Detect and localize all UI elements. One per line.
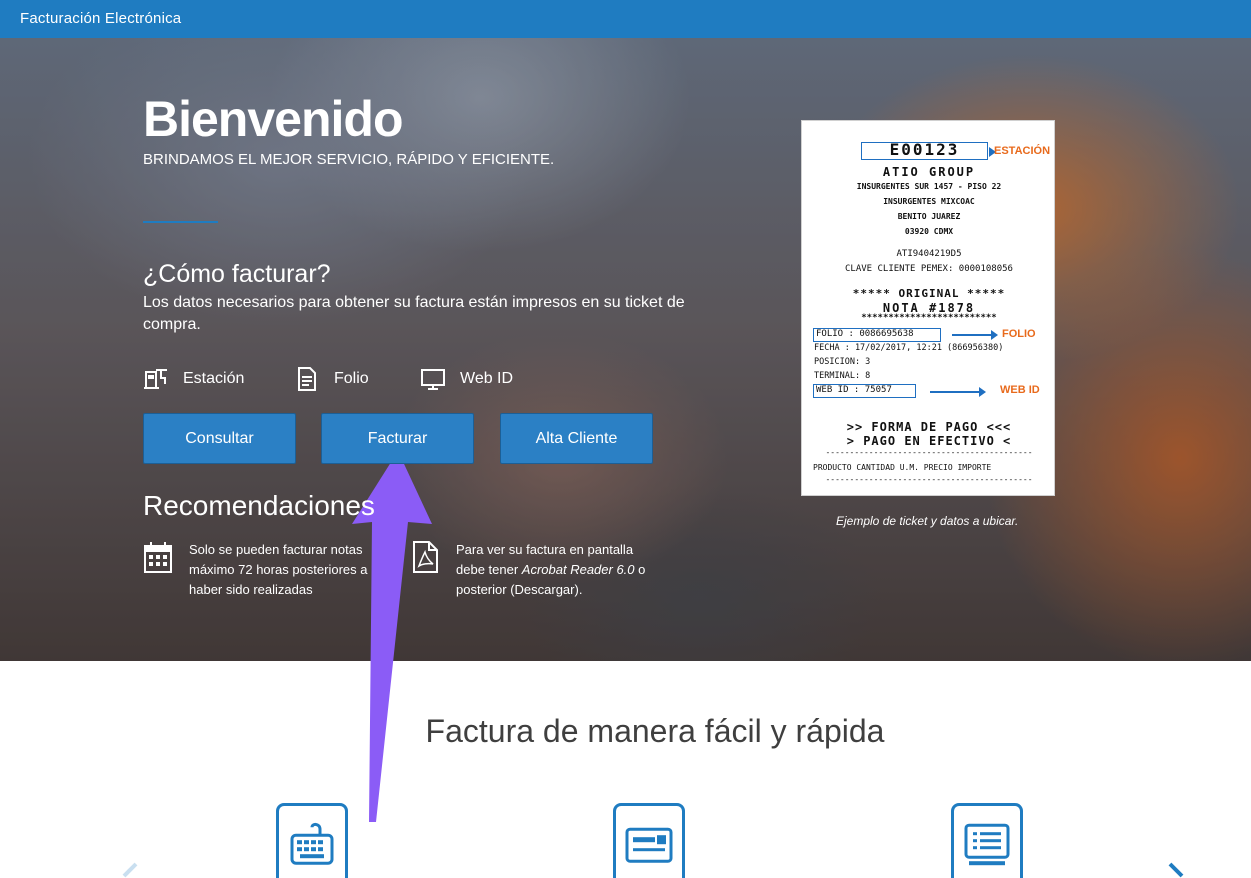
welcome-title: Bienvenido [143, 91, 403, 147]
pdf-icon [413, 541, 438, 573]
folio-tag: FOLIO [1002, 328, 1036, 340]
ticket-example: E00123 ESTACIÓN ATIO GROUP INSURGENTES S… [801, 120, 1055, 496]
carousel-next-icon[interactable] [1168, 862, 1186, 878]
info-estacion-label: Estación [183, 370, 245, 387]
terminal-line: TERMINAL: 8 [814, 371, 871, 381]
brand-title[interactable]: Facturación Electrónica [20, 10, 181, 27]
top-bar: Facturación Electrónica [0, 0, 1251, 38]
stars-line: ************************* [861, 313, 997, 323]
rfc: ATI9404219D5 [896, 249, 962, 259]
columns-header: PRODUCTO CANTIDAD U.M. PRECIO IMPORTE [813, 463, 992, 472]
dash-line: ----------------------------------------… [825, 475, 1033, 484]
alta-cliente-button[interactable]: Alta Cliente [500, 413, 653, 464]
info-webid: Web ID [420, 366, 513, 392]
welcome-subtitle: BRINDAMOS EL MEJOR SERVICIO, RÁPIDO Y EF… [143, 151, 555, 168]
dash-line: ----------------------------------------… [825, 448, 1033, 457]
document-icon [298, 367, 316, 391]
address-line: INSURGENTES SUR 1457 - PISO 22 [856, 182, 1002, 191]
posicion-line: POSICION: 3 [814, 357, 871, 367]
feature-keyboard [276, 803, 348, 878]
info-webid-label: Web ID [460, 370, 514, 387]
keyboard-icon [290, 822, 334, 865]
station-code: E00123 [889, 140, 960, 159]
folio-line: FOLIO : 0086695638 [816, 329, 914, 339]
company-name: ATIO GROUP [882, 165, 976, 179]
client-code: CLAVE CLIENTE PEMEX: 0000108056 [845, 264, 1013, 274]
address-line: BENITO JUAREZ [897, 212, 961, 221]
recommendation-item: Para ver su factura en pantalla debe ten… [410, 540, 655, 600]
feature-list [951, 803, 1023, 878]
recommendation-item: Solo se pueden facturar notas máximo 72 … [143, 540, 383, 600]
how-to-title: ¿Cómo facturar? [143, 260, 331, 288]
feature-card [613, 803, 685, 878]
original-line: ***** ORIGINAL ***** [852, 287, 1006, 300]
payment-form: >> FORMA DE PAGO <<< [846, 420, 1012, 434]
consultar-button[interactable]: Consultar [143, 413, 296, 464]
address-line: INSURGENTES MIXCOAC [883, 197, 975, 206]
info-folio: Folio [294, 366, 369, 392]
webid-line: WEB ID : 75057 [816, 385, 892, 395]
folio-arrow [952, 330, 998, 340]
info-folio-label: Folio [334, 370, 369, 387]
list-screen-icon [964, 823, 1010, 866]
address-line: 03920 CDMX [904, 227, 954, 236]
recommendation-text: Solo se pueden facturar notas máximo 72 … [189, 542, 368, 597]
carousel-prev-icon[interactable] [120, 862, 138, 878]
divider [143, 221, 218, 223]
gas-station-icon [144, 369, 167, 389]
calendar-icon [144, 542, 172, 573]
section-title: Factura de manera fácil y rápida [425, 713, 885, 749]
recommendations-title: Recomendaciones [143, 490, 375, 521]
hero-section: Bienvenido BRINDAMOS EL MEJOR SERVICIO, … [0, 38, 1251, 661]
monitor-icon [421, 369, 445, 390]
webid-arrow [930, 387, 986, 397]
payment-cash: > PAGO EN EFECTIVO < [846, 434, 1012, 448]
facturar-button[interactable]: Facturar [321, 413, 474, 464]
fecha-line: FECHA : 17/02/2017, 12:21 (866956380) [814, 343, 1004, 353]
recommendation-text: Para ver su factura en pantalla debe ten… [456, 540, 655, 600]
info-estacion: Estación [143, 366, 244, 392]
ticket-caption: Ejemplo de ticket y datos a ubicar. [836, 514, 1019, 528]
how-to-description: Los datos necesarios para obtener su fac… [143, 294, 685, 333]
acrobat-reader-text: Acrobat Reader 6.0 [521, 562, 635, 577]
station-tag: ESTACIÓN [994, 145, 1051, 157]
card-icon [625, 827, 673, 863]
webid-tag: WEB ID [1000, 384, 1040, 396]
